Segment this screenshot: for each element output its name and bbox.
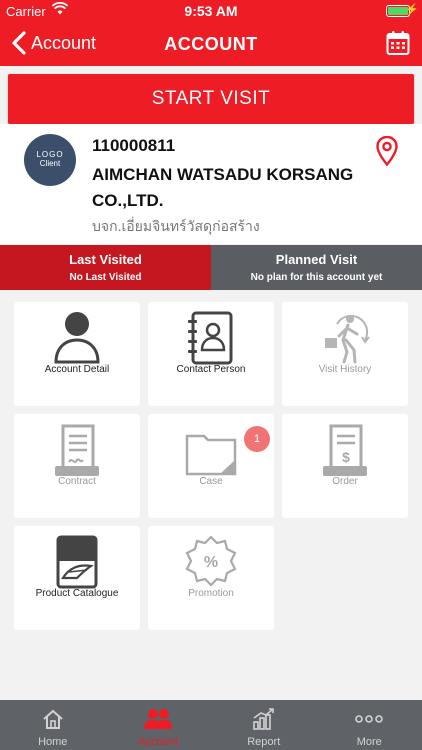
tab-report[interactable]: Report — [211, 700, 317, 750]
account-info-card: LOGO Client 110000811 AIMCHAN WATSADU KO… — [0, 124, 422, 244]
person-icon — [54, 312, 100, 364]
home-icon — [43, 709, 63, 729]
product-catalogue-label: Product Catalogue — [35, 588, 119, 599]
tab-account[interactable]: Account — [106, 700, 212, 750]
contact-person-tile[interactable]: Contact Person — [148, 302, 274, 406]
last-visited-heading: Last Visited — [69, 252, 142, 267]
account-detail-label: Account Detail — [44, 364, 110, 375]
svg-text:$: $ — [342, 449, 350, 465]
tab-account-label: Account — [138, 736, 179, 748]
case-tile[interactable]: 1 Case — [148, 414, 274, 518]
promotion-tile[interactable]: % Promotion — [148, 526, 274, 630]
contract-label: Contract — [58, 476, 96, 487]
address-book-icon — [188, 311, 233, 365]
account-name: AIMCHAN WATSADU KORSANG CO.,LTD. — [92, 165, 354, 210]
visit-status-bar: Last Visited No Last Visited Planned Vis… — [0, 245, 422, 290]
contract-tile[interactable]: Contract — [14, 414, 140, 518]
account-thai-name: บจก.เอี่ยมจินทร์วัสดุก่อสร้าง — [92, 218, 260, 234]
contact-person-label: Contact Person — [176, 364, 246, 375]
page-title: ACCOUNT — [164, 34, 258, 54]
last-visited-panel[interactable]: Last Visited No Last Visited — [0, 245, 211, 290]
order-label: Order — [332, 476, 358, 487]
status-bar: Carrier 9:53 AM ⚡ — [0, 0, 422, 22]
svg-text:%: % — [204, 554, 218, 571]
discount-badge-icon: % — [185, 535, 237, 587]
clock: 9:53 AM — [184, 3, 238, 19]
contract-icon — [55, 424, 99, 476]
logo-text: LOGO — [36, 150, 64, 159]
users-icon — [144, 709, 173, 729]
invoice-icon: $ — [323, 424, 367, 476]
tab-home[interactable]: Home — [0, 700, 106, 750]
planned-visit-text: No plan for this account yet — [250, 272, 383, 283]
start-visit-button[interactable]: START VISIT — [8, 74, 414, 124]
catalogue-icon — [56, 535, 98, 589]
case-label: Case — [199, 476, 223, 487]
tab-more[interactable]: More — [317, 700, 422, 750]
charging-icon: ⚡ — [405, 4, 419, 16]
tab-report-label: Report — [247, 736, 281, 748]
account-detail-tile[interactable]: Account Detail — [14, 302, 140, 406]
planned-visit-heading: Planned Visit — [275, 252, 358, 267]
last-visited-text: No Last Visited — [69, 272, 142, 283]
client-logo: LOGO Client — [24, 134, 76, 186]
visit-history-icon — [325, 314, 370, 364]
visit-history-label: Visit History — [318, 364, 372, 375]
more-icon — [355, 715, 384, 723]
tab-more-label: More — [356, 736, 382, 748]
calendar-icon[interactable] — [386, 30, 410, 56]
visit-history-tile[interactable]: Visit History — [282, 302, 408, 406]
account-code: 110000811 — [92, 136, 176, 155]
navigation-bar: Account ACCOUNT — [0, 22, 422, 66]
product-catalogue-tile[interactable]: Product Catalogue — [14, 526, 140, 630]
logo-subtext: Client — [39, 159, 61, 168]
case-count-badge: 1 — [244, 426, 270, 452]
tab-bar: Home Account Report More — [0, 700, 422, 750]
planned-visit-panel[interactable]: Planned Visit No plan for this account y… — [211, 245, 422, 290]
promotion-label: Promotion — [188, 588, 234, 599]
folder-icon — [185, 434, 237, 476]
tab-home-label: Home — [38, 736, 68, 748]
order-tile[interactable]: $ Order — [282, 414, 408, 518]
location-pin-icon[interactable] — [376, 136, 398, 166]
chart-icon — [252, 708, 274, 730]
